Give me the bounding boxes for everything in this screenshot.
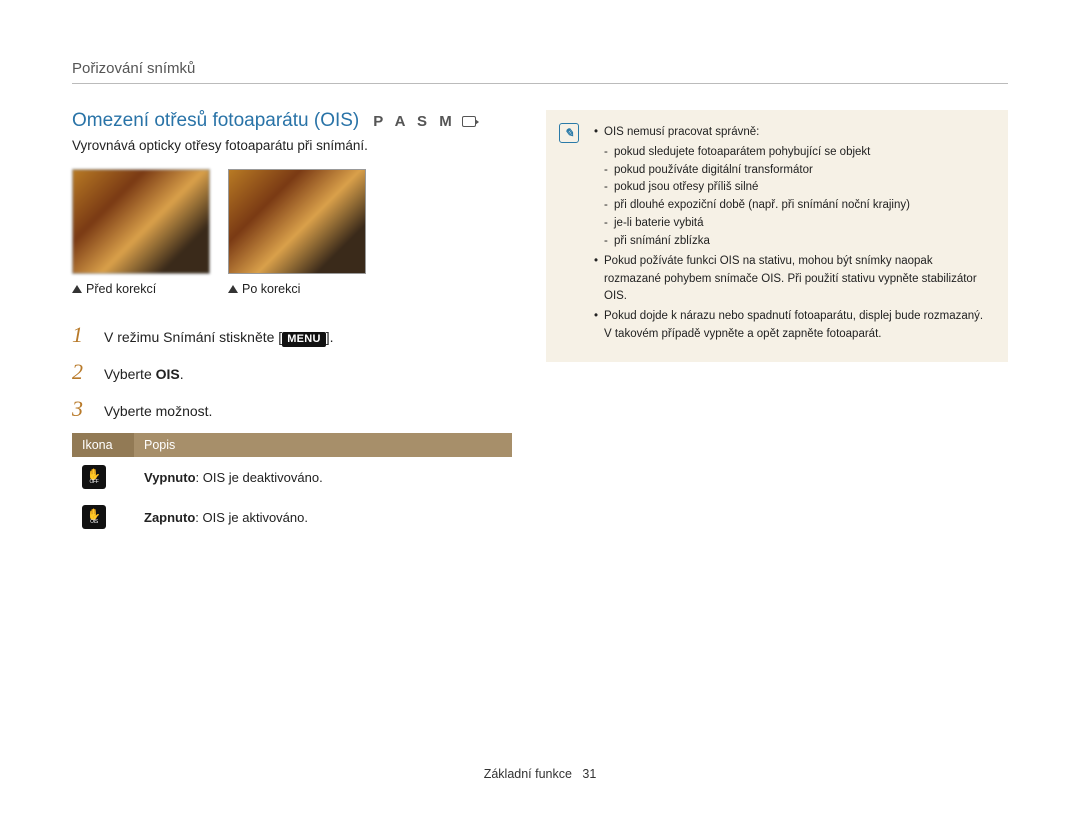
icon-sub-label: OIS bbox=[90, 520, 98, 525]
note-sub-item: je-li baterie vybitá bbox=[604, 215, 992, 233]
heading-row: Omezení otřesů fotoaparátu (OIS) P A S M bbox=[72, 110, 512, 132]
right-column: ✎ OIS nemusí pracovat správně: pokud sle… bbox=[546, 110, 1008, 362]
step-number: 1 bbox=[72, 322, 90, 348]
caption-after-text: Po korekci bbox=[242, 282, 300, 296]
step-3-text: Vyberte možnost. bbox=[104, 403, 212, 419]
caption-before: Před korekcí bbox=[72, 282, 210, 296]
image-after-correction bbox=[228, 169, 366, 274]
caption-before-text: Před korekcí bbox=[86, 282, 156, 296]
caption-after: Po korekci bbox=[228, 282, 366, 296]
info-icon: ✎ bbox=[559, 123, 579, 143]
mode-letters: P A S M bbox=[373, 113, 455, 130]
col-desc-header: Popis bbox=[134, 433, 512, 457]
step-number: 2 bbox=[72, 359, 90, 385]
step-1: 1 V režimu Snímání stiskněte [MENU]. bbox=[72, 322, 512, 348]
info-note-box: ✎ OIS nemusí pracovat správně: pokud sle… bbox=[546, 110, 1008, 362]
breadcrumb: Pořizování snímků bbox=[72, 60, 1008, 84]
mode-indicators: P A S M bbox=[373, 113, 475, 130]
step-1-text-post: ]. bbox=[326, 329, 334, 345]
table-row: OFF Vypnuto: OIS je deaktivováno. bbox=[72, 457, 512, 497]
icon-sub-label: OFF bbox=[89, 480, 98, 485]
triangle-up-icon bbox=[72, 285, 82, 293]
option-desc: : OIS je aktivováno. bbox=[195, 510, 308, 525]
subheading: Vyrovnává opticky otřesy fotoaparátu při… bbox=[72, 138, 512, 153]
before-after-images bbox=[72, 169, 512, 274]
page-title: Omezení otřesů fotoaparátu (OIS) bbox=[72, 110, 359, 132]
option-name: Vypnuto bbox=[144, 470, 196, 485]
note-item: Pokud požíváte funkci OIS na stativu, mo… bbox=[594, 253, 992, 306]
note-sub-item: pokud jsou otřesy příliš silné bbox=[604, 179, 992, 197]
image-captions: Před korekcí Po korekci bbox=[72, 282, 512, 296]
col-icon-header: Ikona bbox=[72, 433, 134, 457]
note-item: OIS nemusí pracovat správně: pokud sledu… bbox=[594, 124, 992, 251]
triangle-up-icon bbox=[228, 285, 238, 293]
menu-button-chip: MENU bbox=[282, 332, 326, 347]
page-footer: Základní funkce 31 bbox=[0, 767, 1080, 781]
table-row: OIS Zapnuto: OIS je aktivováno. bbox=[72, 497, 512, 537]
option-desc: : OIS je deaktivováno. bbox=[196, 470, 323, 485]
video-mode-icon bbox=[462, 116, 476, 127]
options-table: Ikona Popis OFF Vypnuto: OIS je deaktivo… bbox=[72, 433, 512, 537]
image-before-correction bbox=[72, 169, 210, 274]
ois-on-icon: OIS bbox=[82, 505, 106, 529]
two-column-layout: Omezení otřesů fotoaparátu (OIS) P A S M… bbox=[72, 110, 1008, 537]
step-2-text-pre: Vyberte bbox=[104, 366, 156, 382]
step-1-text-pre: V režimu Snímání stiskněte [ bbox=[104, 329, 282, 345]
step-2-bold: OIS bbox=[156, 366, 180, 382]
note-sub-item: pokud sledujete fotoaparátem pohybující … bbox=[604, 144, 992, 162]
step-number: 3 bbox=[72, 396, 90, 422]
footer-page-number: 31 bbox=[582, 767, 596, 781]
step-2: 2 Vyberte OIS. bbox=[72, 359, 512, 385]
note-lead: OIS nemusí pracovat správně: bbox=[604, 126, 759, 138]
left-column: Omezení otřesů fotoaparátu (OIS) P A S M… bbox=[72, 110, 512, 537]
step-2-text-post: . bbox=[180, 366, 184, 382]
steps-list: 1 V režimu Snímání stiskněte [MENU]. 2 V… bbox=[72, 322, 512, 422]
option-name: Zapnuto bbox=[144, 510, 195, 525]
footer-section: Základní funkce bbox=[484, 767, 572, 781]
note-sub-item: pokud používáte digitální transformátor bbox=[604, 162, 992, 180]
note-sub-item: při dlouhé expoziční době (např. při sní… bbox=[604, 197, 992, 215]
note-item: Pokud dojde k nárazu nebo spadnutí fotoa… bbox=[594, 308, 992, 344]
note-sub-item: při snímání zblízka bbox=[604, 233, 992, 251]
ois-off-icon: OFF bbox=[82, 465, 106, 489]
step-3: 3 Vyberte možnost. bbox=[72, 396, 512, 422]
